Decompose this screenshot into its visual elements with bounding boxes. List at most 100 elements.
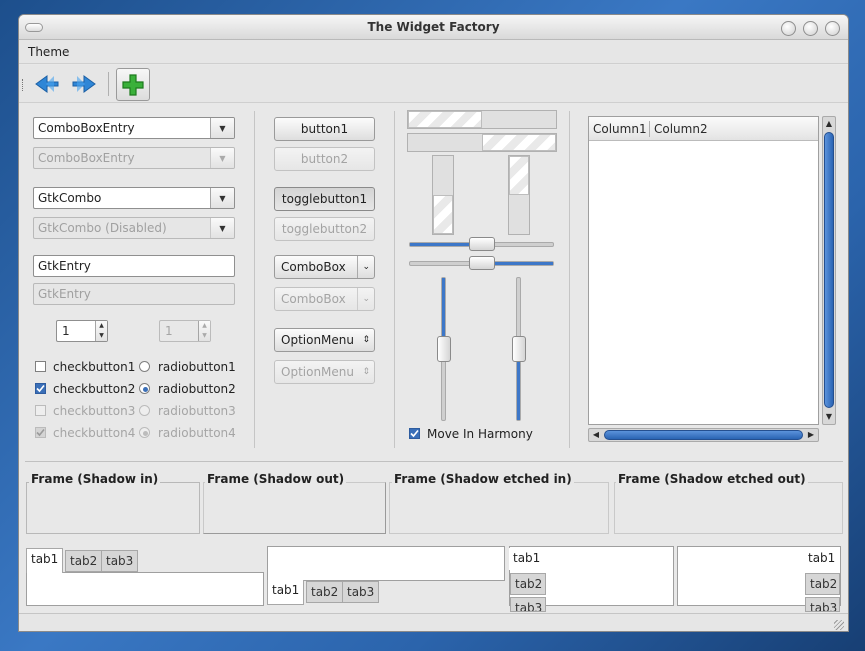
hscale2-knob[interactable]	[468, 256, 495, 270]
close-button[interactable]	[825, 21, 840, 36]
menu-theme[interactable]: Theme	[28, 45, 69, 59]
checkmark-icon	[36, 384, 45, 393]
checkbutton3-label: checkbutton3	[53, 404, 136, 418]
spin-value: 1	[62, 324, 70, 338]
chevron-down-icon: ⌄	[357, 256, 370, 278]
optionmenu-disabled-text: OptionMenu	[281, 365, 354, 379]
button2: button2	[274, 147, 375, 171]
radiobutton1-label[interactable]: radiobutton1	[158, 360, 236, 374]
notebook-right-tab3[interactable]: tab3	[805, 597, 840, 612]
optionmenu-disabled: OptionMenu ⇕	[274, 360, 375, 384]
optionmenu[interactable]: OptionMenu ⇕	[274, 328, 375, 352]
comboboxentry-disabled: ComboBoxEntry ▼	[33, 147, 235, 169]
spin-button[interactable]: 1 ▲ ▼	[56, 320, 108, 342]
frame-etched-in-label: Frame (Shadow etched in)	[392, 472, 574, 486]
checkbutton1-box[interactable]	[35, 361, 46, 372]
notebook-top-tab1[interactable]: tab1	[26, 548, 64, 573]
vscroll-thumb[interactable]	[824, 132, 834, 408]
tree-header: Column1 Column2	[589, 117, 818, 141]
vscale2-knob[interactable]	[512, 336, 526, 362]
notebook-right-tab1[interactable]: tab1	[804, 548, 840, 570]
move-in-harmony-label[interactable]: Move In Harmony	[427, 427, 533, 441]
radiobutton2-label[interactable]: radiobutton2	[158, 382, 236, 396]
chevron-down-icon[interactable]: ▼	[210, 118, 234, 138]
checkbutton2-label[interactable]: checkbutton2	[53, 382, 135, 396]
scroll-up-icon[interactable]: ▲	[823, 117, 835, 131]
column-separator	[569, 111, 570, 448]
frame-shadow-in	[26, 482, 200, 534]
scroll-down-icon[interactable]: ▼	[823, 410, 835, 424]
comboboxentry[interactable]: ComboBoxEntry ▼	[33, 117, 235, 139]
comboboxentry-disabled-text: ComboBoxEntry	[38, 151, 135, 165]
back-button[interactable]	[31, 68, 63, 100]
frame-etched-out-label: Frame (Shadow etched out)	[616, 472, 808, 486]
chevron-down-icon: ▼	[210, 148, 234, 168]
notebook-bottom-panel	[267, 546, 505, 581]
vscale1-knob[interactable]	[437, 336, 451, 362]
chevron-down-icon: ▼	[210, 218, 234, 238]
gtkcombo-disabled-text: GtkCombo (Disabled)	[38, 221, 167, 235]
chevron-down-icon[interactable]: ▼	[210, 188, 234, 208]
frame-shadow-out	[203, 482, 386, 534]
radiobutton4-label: radiobutton4	[158, 426, 236, 440]
frame-etched-out	[614, 482, 843, 534]
togglebutton1[interactable]: togglebutton1	[274, 187, 375, 211]
horizontal-scrollbar[interactable]: ◀ ▶	[588, 428, 819, 442]
menu-bar: Theme	[19, 40, 848, 64]
toolbar	[19, 65, 848, 103]
notebook-bottom-tab2[interactable]: tab2	[306, 581, 344, 603]
notebook-left-tab1[interactable]: tab1	[509, 548, 545, 570]
notebook-top-tab3[interactable]: tab3	[101, 550, 139, 572]
notebook-left-tab3[interactable]: tab3	[510, 597, 546, 612]
title-bar[interactable]: The Widget Factory	[19, 15, 848, 40]
tree-view[interactable]: Column1 Column2	[588, 116, 819, 425]
notebook-top-tab2[interactable]: tab2	[65, 550, 103, 572]
notebook-right-tab2[interactable]: tab2	[805, 573, 840, 595]
scroll-left-icon[interactable]: ◀	[589, 429, 603, 441]
forward-button[interactable]	[68, 68, 100, 100]
frame-shadow-out-label: Frame (Shadow out)	[205, 472, 347, 486]
gtkcombo[interactable]: GtkCombo ▼	[33, 187, 235, 209]
checkmark-icon	[410, 429, 419, 438]
checkbutton1-label[interactable]: checkbutton1	[53, 360, 135, 374]
checkbutton4-box	[35, 427, 46, 438]
move-in-harmony-checkbox[interactable]	[409, 428, 420, 439]
notebook-left-tab2[interactable]: tab2	[510, 573, 546, 595]
progress-bar-h1	[407, 110, 557, 129]
maximize-button[interactable]	[803, 21, 818, 36]
spin-arrows-icon[interactable]: ▲ ▼	[95, 321, 107, 341]
hscale1-knob[interactable]	[468, 237, 495, 251]
hscroll-thumb[interactable]	[604, 430, 803, 440]
add-button[interactable]	[116, 68, 150, 101]
checkbutton2-box[interactable]	[35, 383, 46, 394]
vertical-scrollbar[interactable]: ▲ ▼	[822, 116, 836, 425]
notebook-bottom-tab3[interactable]: tab3	[342, 581, 380, 603]
resize-grip-icon[interactable]	[834, 620, 844, 630]
button1[interactable]: button1	[274, 117, 375, 141]
window-title: The Widget Factory	[367, 20, 500, 34]
progress-bar-v1	[432, 155, 454, 235]
updown-icon: ⇕	[362, 335, 370, 345]
gtkcombo-text: GtkCombo	[38, 191, 102, 205]
gtkentry-field[interactable]: GtkEntry	[33, 255, 235, 277]
column2-header[interactable]: Column2	[654, 122, 708, 136]
notebook-bottom-tab1[interactable]: tab1	[267, 580, 305, 605]
column1-header[interactable]: Column1	[593, 122, 647, 136]
updown-icon: ⇕	[362, 367, 370, 377]
spin-disabled-value: 1	[165, 324, 173, 338]
column-separator	[394, 111, 395, 448]
combobox-text: ComboBox	[281, 260, 346, 274]
radiobutton1-circle[interactable]	[139, 361, 150, 372]
spin-button-disabled: 1 ▲ ▼	[159, 320, 211, 342]
radiobutton2-circle[interactable]	[139, 383, 150, 394]
progress-fill	[433, 195, 453, 234]
combobox-disabled-text: ComboBox	[281, 292, 346, 306]
toolbar-grip[interactable]	[22, 79, 25, 91]
optionmenu-text: OptionMenu	[281, 333, 354, 347]
combobox[interactable]: ComboBox ⌄	[274, 255, 375, 279]
radiobutton4-circle	[139, 427, 150, 438]
scroll-right-icon[interactable]: ▶	[804, 429, 818, 441]
back-arrow-icon	[35, 75, 59, 93]
combobox-disabled: ComboBox ⌄	[274, 287, 375, 311]
minimize-button[interactable]	[781, 21, 796, 36]
